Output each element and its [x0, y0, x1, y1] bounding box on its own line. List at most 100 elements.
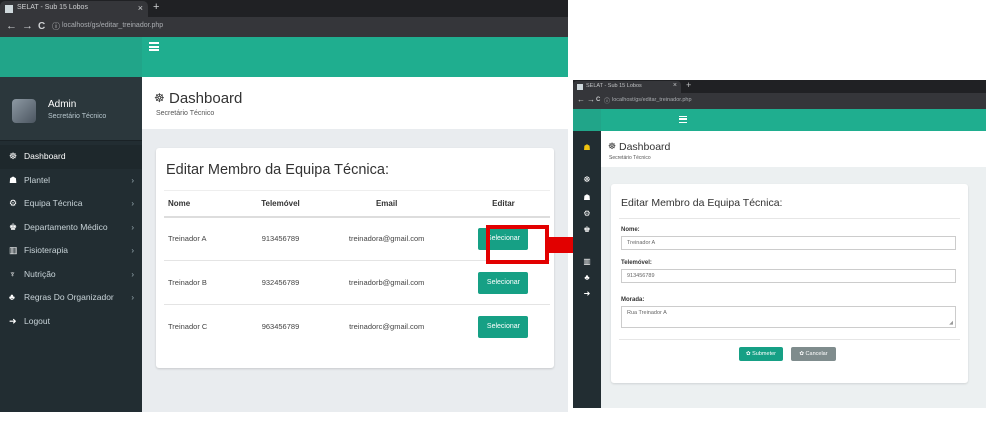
cancelar-button[interactable]: ✿ Cancelar: [791, 347, 836, 361]
top-navbar: [573, 109, 986, 131]
selecionar-button[interactable]: Selecionar: [478, 315, 529, 338]
favicon-icon: [5, 5, 13, 13]
cell-editar: Selecionar: [456, 260, 550, 305]
forward-icon[interactable]: →: [587, 95, 595, 104]
edit-form-box: Editar Membro da Equipa Técnica: Nome: T…: [611, 184, 968, 383]
column-header: Telemóvel: [244, 190, 317, 218]
column-header: Email: [316, 190, 457, 218]
nome-input[interactable]: Treinador A: [621, 236, 956, 250]
sidebar-menu: ☸ Dashboard ☗ Plantel › ⚙ Equipa Técnica…: [0, 145, 142, 333]
medic-icon[interactable]: ♚: [573, 225, 601, 234]
sidebar-item-label: Plantel: [24, 174, 50, 185]
new-tab-icon[interactable]: +: [153, 1, 159, 13]
tab-close-icon[interactable]: ×: [673, 82, 677, 89]
staff-icon[interactable]: ⚙: [573, 209, 601, 218]
table-header-row: Nome Telemóvel Email Editar: [164, 190, 550, 218]
chevron-right-icon: ›: [131, 199, 134, 208]
sidebar-item-equipa-tecnica[interactable]: ⚙ Equipa Técnica ›: [0, 192, 142, 216]
sidebar-item-dashboard[interactable]: ☸ Dashboard: [0, 145, 142, 169]
users-icon[interactable]: ♣: [573, 273, 601, 282]
chevron-right-icon: ›: [131, 293, 134, 302]
table-row: Treinador C 963456789 treinadorc@gmail.c…: [164, 304, 550, 349]
chevron-right-icon: ›: [131, 175, 134, 185]
staff-icon: ⚙: [9, 198, 18, 208]
page-subtitle: Secretário Técnico: [156, 110, 215, 117]
left-screenshot: SELAT - Sub 15 Lobos × + ← → C ⓘ localho…: [0, 0, 568, 412]
column-header: Editar: [456, 190, 550, 218]
shirt-icon: ☗: [9, 174, 18, 185]
sidebar-item-label: Equipa Técnica: [24, 198, 83, 208]
telemovel-label: Telemóvel:: [621, 260, 652, 266]
sidebar-collapsed: ☗ ☸ ☗ ⚙ ♚ ▥ ♣ ➜: [573, 131, 601, 408]
dashboard-icon[interactable]: ☸: [573, 175, 601, 184]
sidebar-item-label: Logout: [24, 315, 50, 326]
user-panel: Admin Secretário Técnico: [0, 77, 142, 141]
nome-label: Nome:: [621, 227, 640, 233]
back-icon[interactable]: ←: [6, 20, 17, 32]
favicon-icon: [577, 84, 583, 90]
browser-tab[interactable]: SELAT - Sub 15 Lobos ×: [0, 1, 148, 17]
medic-icon: ♚: [9, 221, 18, 232]
cell-email: treinadorc@gmail.com: [316, 304, 457, 349]
column-header: Nome: [164, 190, 245, 218]
cell-email: treinadora@gmail.com: [316, 216, 457, 261]
table-row: Treinador B 932456789 treinadorb@gmail.c…: [164, 260, 550, 305]
cell-telemovel: 932456789: [244, 260, 317, 305]
sidebar-item-label: Nutrição: [24, 268, 56, 279]
page-title: Dashboard: [169, 90, 243, 107]
right-screenshot: SELAT - Sub 15 Lobos × + ← → C ⓘ localho…: [573, 80, 986, 408]
sidebar-item-nutricao[interactable]: ♆ Nutrição ›: [0, 263, 142, 287]
submeter-button[interactable]: ✿ Submeter: [739, 347, 783, 361]
info-icon[interactable]: ⓘ: [52, 21, 60, 32]
divider: [619, 339, 960, 340]
content-header: ☸ Dashboard Secretário Técnico: [142, 77, 568, 129]
url-field[interactable]: localhost/gs/editar_treinador.php: [612, 97, 692, 103]
tab-title: SELAT - Sub 15 Lobos: [586, 83, 642, 89]
user-role: Secretário Técnico: [48, 113, 107, 120]
hamburger-menu-icon[interactable]: [149, 42, 159, 51]
browser-tab[interactable]: SELAT - Sub 15 Lobos ×: [573, 81, 681, 93]
top-navbar: [0, 37, 568, 77]
selecionar-button[interactable]: Selecionar: [478, 271, 529, 294]
sidebar: Admin Secretário Técnico ☸ Dashboard ☗ P…: [0, 77, 142, 412]
info-icon[interactable]: ⓘ: [604, 96, 610, 105]
address-bar: ← → C ⓘ localhost/gs/editar_treinador.ph…: [573, 93, 986, 109]
cell-email: treinadorb@gmail.com: [316, 260, 457, 305]
content-header: ☸ Dashboard Secretário Técnico: [601, 131, 986, 167]
page-subtitle: Secretário Técnico: [609, 155, 651, 161]
url-field[interactable]: localhost/gs/editar_treinador.php: [62, 22, 163, 29]
user-name: Admin: [48, 99, 77, 110]
sidebar-item-plantel[interactable]: ☗ Plantel ›: [0, 169, 142, 193]
shirt-icon[interactable]: ☗: [573, 193, 601, 202]
resize-grip-icon[interactable]: ◢: [949, 320, 953, 326]
tab-title: SELAT - Sub 15 Lobos: [17, 4, 88, 11]
reload-icon[interactable]: C: [596, 97, 600, 103]
sidebar-item-label: Regras Do Organizador: [24, 292, 114, 302]
back-icon[interactable]: ←: [577, 95, 585, 104]
physio-icon[interactable]: ▥: [573, 257, 601, 266]
morada-label: Morada:: [621, 297, 645, 303]
sidebar-item-regras[interactable]: ♣ Regras Do Organizador ›: [0, 286, 142, 310]
hamburger-menu-icon[interactable]: [679, 116, 687, 123]
logout-icon[interactable]: ➜: [573, 289, 601, 298]
reload-icon[interactable]: C: [38, 21, 45, 32]
sidebar-item-departamento-medico[interactable]: ♚ Departamento Médico ›: [0, 216, 142, 240]
chevron-right-icon: ›: [131, 222, 134, 232]
telemovel-input[interactable]: 913456789: [621, 269, 956, 283]
cell-editar: Selecionar: [456, 304, 550, 349]
sidebar-item-label: Dashboard: [24, 151, 66, 161]
sidebar-item-fisioterapia[interactable]: ▥ Fisioterapia ›: [0, 239, 142, 263]
new-tab-icon[interactable]: +: [686, 80, 691, 90]
morada-textarea[interactable]: Rua Treinador A ◢: [621, 306, 956, 328]
sidebar-item-label: Departamento Médico: [24, 221, 108, 232]
dashboard-icon: ☸: [608, 141, 617, 151]
dashboard-icon: ☸: [9, 151, 18, 161]
cell-telemovel: 963456789: [244, 304, 317, 349]
tab-close-icon[interactable]: ×: [138, 3, 143, 13]
page-title: Dashboard: [619, 141, 671, 153]
forward-icon[interactable]: →: [22, 20, 33, 32]
sidebar-item-logout[interactable]: ➜ Logout: [0, 310, 142, 334]
highlight-box: [486, 225, 549, 264]
navbar-logo-area: [573, 109, 601, 131]
address-bar: ← → C ⓘ localhost/gs/editar_treinador.ph…: [0, 17, 568, 37]
